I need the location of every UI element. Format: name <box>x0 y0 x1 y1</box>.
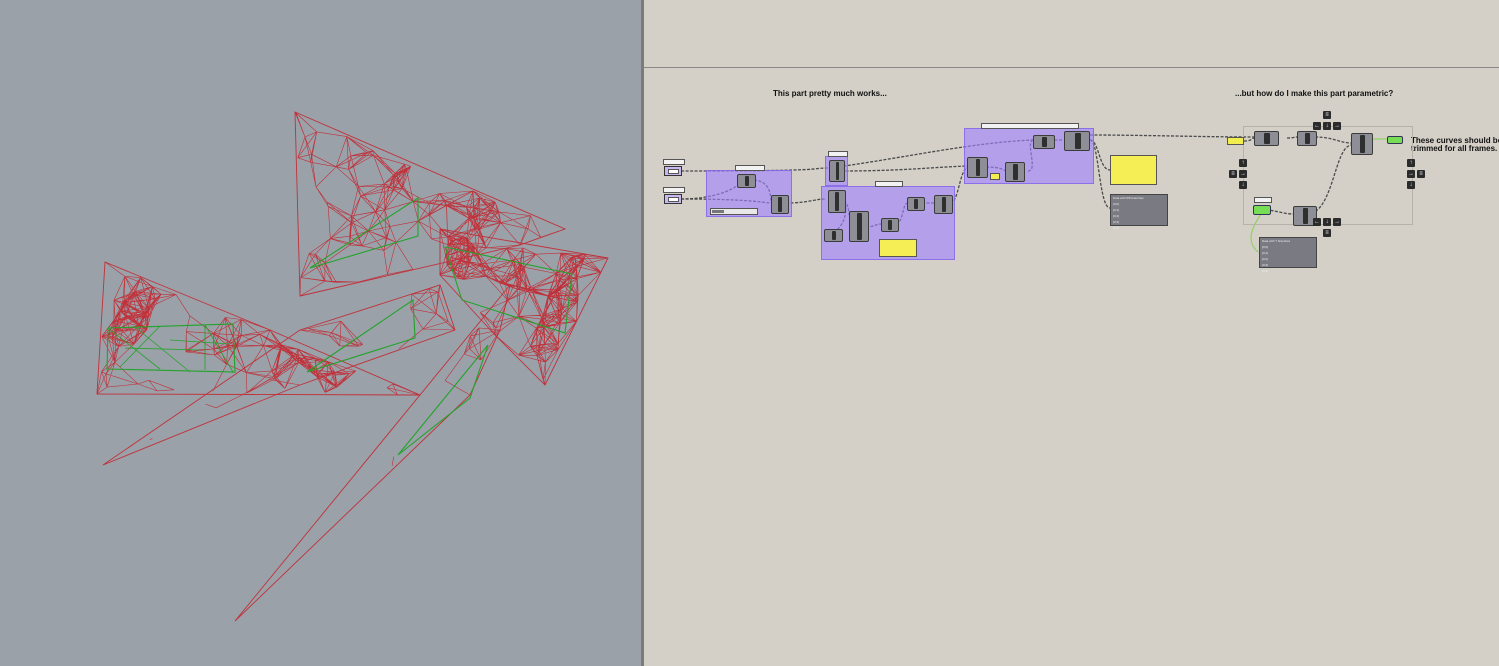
toggle-label <box>1254 197 1272 203</box>
gh-component[interactable] <box>1254 131 1279 146</box>
right-heading-note: ...but how do I make this part parametri… <box>1235 89 1394 98</box>
panel-row: {0;4} <box>1262 269 1269 273</box>
gh-component[interactable] <box>829 160 845 182</box>
panel-row: {0;4} <box>1113 226 1120 230</box>
gh-component[interactable] <box>907 197 925 211</box>
gh-component[interactable] <box>828 190 846 213</box>
mesh-surface <box>439 228 609 386</box>
gh-component[interactable] <box>737 174 756 188</box>
boolean-toggle[interactable] <box>990 173 1000 180</box>
output-panel[interactable] <box>1110 155 1157 185</box>
param-label <box>663 159 685 165</box>
gh-component[interactable] <box>771 195 789 214</box>
gh-component[interactable] <box>967 157 988 178</box>
wire-layer <box>680 134 1388 253</box>
yellow-panel[interactable] <box>879 239 917 257</box>
curve-param[interactable] <box>664 166 682 176</box>
boolean-toggle[interactable] <box>1227 137 1244 145</box>
mesh-surface <box>234 284 511 622</box>
gh-component[interactable] <box>1033 135 1055 149</box>
gh-component[interactable] <box>824 229 843 242</box>
trim-curve <box>309 196 419 269</box>
gh-component[interactable] <box>1005 162 1025 182</box>
menu-icon[interactable]: ≡ <box>1323 229 1331 237</box>
arrow-down-icon[interactable]: ↓ <box>1323 122 1331 130</box>
menu-icon[interactable]: ≡ <box>1417 170 1425 178</box>
arrow-left-icon[interactable]: ← <box>1313 122 1321 130</box>
arrow-right-icon[interactable]: → <box>1333 122 1341 130</box>
arrow-left-icon[interactable]: ← <box>1313 218 1321 226</box>
group-label <box>875 181 903 187</box>
trim-note-line2: trimmed for all frames. <box>1411 144 1498 153</box>
arrow-up-icon[interactable]: ↑ <box>1239 159 1247 167</box>
gh-component[interactable] <box>934 195 953 214</box>
arrow-right-icon[interactable]: → <box>1239 170 1247 178</box>
mesh-wireframe <box>96 111 609 622</box>
param-label <box>663 187 685 193</box>
data-viewer-curves[interactable]: Data with 6/8 branches {0;0} {0;1} {0;2} {0… <box>1110 194 1168 230</box>
arrow-right-icon[interactable]: → <box>1407 170 1415 178</box>
gh-component[interactable] <box>1064 131 1090 151</box>
rhino-viewport[interactable] <box>0 0 641 666</box>
gh-component[interactable] <box>849 211 869 242</box>
data-viewer-trim[interactable]: Data with 7 branches {0;0} {0;1} {0;2} {0;3… <box>1259 237 1317 273</box>
arrow-down-icon[interactable]: ↓ <box>1407 181 1415 189</box>
trim-curve <box>397 344 489 456</box>
arrow-up-icon[interactable]: ↑ <box>1407 159 1415 167</box>
group-label <box>828 151 848 157</box>
gh-component[interactable] <box>881 218 899 232</box>
menu-icon[interactable]: ≡ <box>1229 170 1237 178</box>
group-label <box>735 165 765 171</box>
left-heading-note: This part pretty much works... <box>773 89 887 98</box>
arrow-down-icon[interactable]: ↓ <box>1323 218 1331 226</box>
number-slider[interactable] <box>710 208 758 215</box>
green-output[interactable] <box>1387 136 1403 144</box>
gh-component[interactable] <box>1351 133 1373 155</box>
gh-component[interactable] <box>1297 131 1317 146</box>
group-label <box>981 123 1079 129</box>
curve-param[interactable] <box>664 194 682 204</box>
menu-icon[interactable]: ≡ <box>1323 111 1331 119</box>
green-toggle[interactable] <box>1253 205 1271 215</box>
grasshopper-canvas[interactable]: This part pretty much works... ...but ho… <box>644 0 1499 666</box>
arrow-right-icon[interactable]: → <box>1333 218 1341 226</box>
arrow-down-icon[interactable]: ↓ <box>1239 181 1247 189</box>
